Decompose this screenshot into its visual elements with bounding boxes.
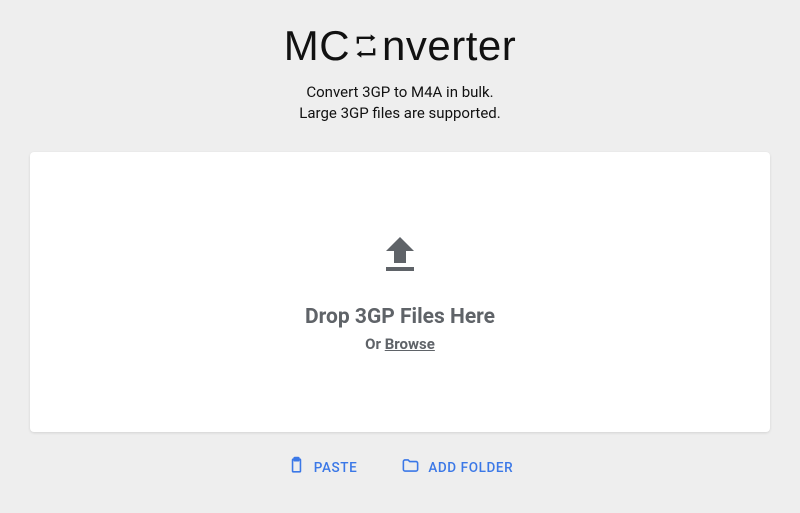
subtitle-line-1: Convert 3GP to M4A in bulk. <box>299 82 500 103</box>
browse-line: Or Browse <box>365 335 435 353</box>
paste-label: PASTE <box>314 460 358 476</box>
add-folder-label: ADD FOLDER <box>428 460 513 476</box>
paste-button[interactable]: PASTE <box>283 450 362 485</box>
add-folder-button[interactable]: ADD FOLDER <box>397 450 517 485</box>
subtitle-line-2: Large 3GP files are supported. <box>299 103 500 124</box>
folder-icon <box>401 456 420 479</box>
drop-text: Drop 3GP Files Here <box>305 305 495 329</box>
logo-text-part2: nverter <box>382 22 516 70</box>
logo-text-part1: MC <box>284 22 350 70</box>
or-text: Or <box>365 335 385 353</box>
file-dropzone[interactable]: Drop 3GP Files Here Or Browse <box>30 152 770 432</box>
action-button-row: PASTE ADD FOLDER <box>283 450 518 485</box>
browse-link[interactable]: Browse <box>385 335 435 353</box>
page-subtitle: Convert 3GP to M4A in bulk. Large 3GP fi… <box>299 82 500 124</box>
clipboard-icon <box>287 456 306 479</box>
app-logo: MC nverter <box>284 22 517 70</box>
upload-icon <box>376 231 424 283</box>
swap-icon <box>352 32 380 60</box>
